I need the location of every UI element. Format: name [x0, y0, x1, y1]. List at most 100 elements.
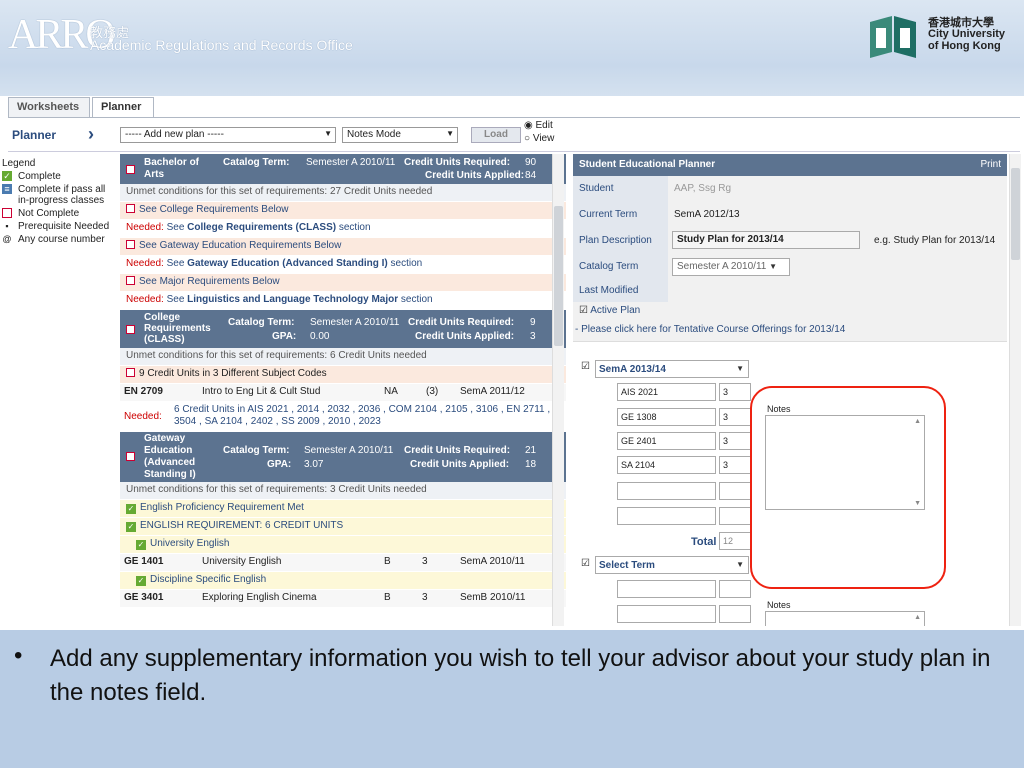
scroll-thumb[interactable]: [554, 206, 563, 346]
course-input[interactable]: [617, 605, 716, 623]
catalog-label: Catalog Term:: [223, 445, 290, 456]
section-link[interactable]: Linguistics and Language Technology Majo…: [187, 294, 398, 305]
edit-radio[interactable]: ◉ Edit: [524, 120, 553, 131]
tab-worksheets[interactable]: Worksheets: [8, 97, 90, 118]
requirement-row: ✓ University English: [120, 536, 566, 554]
course-input[interactable]: [617, 507, 716, 525]
needed-row: Needed: See Gateway Education (Advanced …: [120, 256, 566, 274]
legend-item: ▪ Prerequisite Needed: [2, 221, 112, 232]
units-input[interactable]: 3: [719, 456, 751, 474]
gpa-label: GPA:: [272, 331, 297, 342]
notes-textarea[interactable]: ▲: [765, 611, 925, 626]
requirement-row: See Gateway Education Requirements Below: [120, 238, 566, 256]
legend-label: Complete if pass all in-progress classes: [18, 184, 106, 206]
section-link[interactable]: College Requirements (CLASS): [187, 222, 336, 233]
course-code: GE 1401: [124, 556, 164, 567]
catalog-cell: Semester A 2010/11 ▼: [668, 254, 1007, 280]
arro-english-title: Academic Regulations and Records Office: [90, 37, 353, 53]
load-button[interactable]: Load: [471, 127, 521, 143]
checkbox-checked-icon[interactable]: ☑: [581, 361, 590, 372]
needed-row: Needed: See Linguistics and Language Tec…: [120, 292, 566, 310]
units-input[interactable]: [719, 507, 751, 525]
units-input[interactable]: [719, 482, 751, 500]
course-input[interactable]: [617, 482, 716, 500]
course-grade: NA: [384, 386, 398, 397]
section-link[interactable]: Gateway Education (Advanced Standing I): [187, 258, 388, 269]
dropdown-arrow-icon: ▼: [736, 560, 744, 569]
course-input[interactable]: [617, 580, 716, 598]
cu-applied-label: Credit Units Applied:: [410, 459, 510, 470]
planner-title: Student Educational Planner: [579, 159, 716, 170]
catalog-label: Catalog Term:: [228, 317, 295, 328]
legend-title: Legend: [2, 158, 36, 169]
description-label: Plan Description: [573, 228, 668, 254]
requirement-label: Discipline Specific English: [150, 574, 267, 585]
legend-item: ✓ Complete: [2, 171, 112, 182]
legend-item: Not Complete: [2, 208, 112, 219]
course-title: Intro to Eng Lit & Cult Stud: [202, 386, 321, 397]
add-plan-value: ----- Add new plan -----: [125, 129, 224, 140]
tab-planner[interactable]: Planner: [92, 97, 154, 118]
course-input[interactable]: GE 1308: [617, 408, 716, 426]
active-plan-row[interactable]: ☑ Active Plan: [573, 302, 1007, 320]
course-units: 3: [422, 556, 428, 567]
left-scrollbar[interactable]: [552, 154, 564, 626]
chevron-right-icon[interactable]: ›: [88, 124, 94, 145]
catalog-term-select[interactable]: Semester A 2010/11 ▼: [672, 258, 790, 276]
cu-applied-value: 84: [525, 170, 537, 181]
add-plan-select[interactable]: ----- Add new plan ----- ▼: [120, 127, 336, 143]
course-code: EN 2709: [124, 386, 163, 397]
minus-icon: ≡: [2, 184, 12, 194]
needed-courses[interactable]: 6 Credit Units in AIS 2021 , 2014 , 2032…: [174, 404, 554, 428]
course-offerings-link[interactable]: - Please click here for Tentative Course…: [575, 324, 845, 335]
scroll-up-icon[interactable]: ▲: [914, 614, 921, 621]
term-select[interactable]: SemA 2013/14 ▼: [595, 360, 749, 378]
unmet-conditions: Unmet conditions for this set of require…: [120, 482, 566, 500]
units-input[interactable]: [719, 580, 751, 598]
checkbox-checked-icon[interactable]: ☑: [579, 305, 588, 316]
view-radio[interactable]: ○ View: [524, 133, 554, 144]
requirement-label: 9 Credit Units in 3 Different Subject Co…: [139, 368, 327, 379]
needed-label: Needed:: [126, 222, 164, 233]
block-header-arts: Bachelor of Arts Catalog Term: Semester …: [120, 154, 566, 184]
notes-highlight-circle: [750, 386, 946, 589]
right-scrollbar[interactable]: [1009, 154, 1021, 626]
plan-description-input[interactable]: Study Plan for 2013/14: [672, 231, 860, 249]
course-offerings-row: - Please click here for Tentative Course…: [573, 320, 1007, 342]
legend-item: @ Any course number: [2, 234, 112, 245]
legend-label: Not Complete: [18, 208, 80, 219]
units-input[interactable]: 3: [719, 383, 751, 401]
gpa-value: 3.07: [304, 459, 324, 470]
course-input[interactable]: AIS 2021: [617, 383, 716, 401]
cu-required-value: 21: [525, 445, 537, 456]
print-link[interactable]: Print: [980, 159, 1001, 170]
course-units: (3): [426, 386, 439, 397]
dot-icon: ▪: [5, 221, 9, 231]
legend-label: Any course number: [18, 234, 105, 245]
requirement-row: ✓ Discipline Specific English: [120, 572, 566, 590]
requirement-label: University English: [150, 538, 230, 549]
course-row: GE 3401 Exploring English Cinema B 3 Sem…: [120, 590, 566, 608]
course-grade: B: [384, 592, 391, 603]
course-input[interactable]: GE 2401: [617, 432, 716, 450]
catalog-term-value: Semester A 2010/11: [677, 261, 767, 272]
checkbox-checked-icon[interactable]: ☑: [581, 558, 590, 569]
last-modified-value: [668, 280, 1007, 302]
scroll-thumb[interactable]: [1011, 168, 1020, 260]
course-input[interactable]: SA 2104: [617, 456, 716, 474]
cityu-english-name: City University of Hong Kong: [928, 28, 1006, 52]
not-complete-icon: [126, 325, 135, 334]
unmet-label: Unmet conditions for this set of require…: [126, 186, 328, 197]
needed-label: Needed:: [126, 258, 164, 269]
term-label: Current Term: [573, 202, 668, 228]
header-banner: ARRO 教務處 Academic Regulations and Record…: [0, 0, 1024, 96]
units-input[interactable]: [719, 605, 751, 623]
term-select[interactable]: Select Term ▼: [595, 556, 749, 574]
requirement-label: See Gateway Education Requirements Below: [139, 240, 342, 251]
cu-applied-value: 3: [530, 331, 536, 342]
cu-applied-label: Credit Units Applied:: [415, 331, 515, 342]
unmet-conditions: Unmet conditions for this set of require…: [120, 184, 566, 202]
mode-select[interactable]: Notes Mode ▼: [342, 127, 458, 143]
units-input[interactable]: 3: [719, 432, 751, 450]
units-input[interactable]: 3: [719, 408, 751, 426]
